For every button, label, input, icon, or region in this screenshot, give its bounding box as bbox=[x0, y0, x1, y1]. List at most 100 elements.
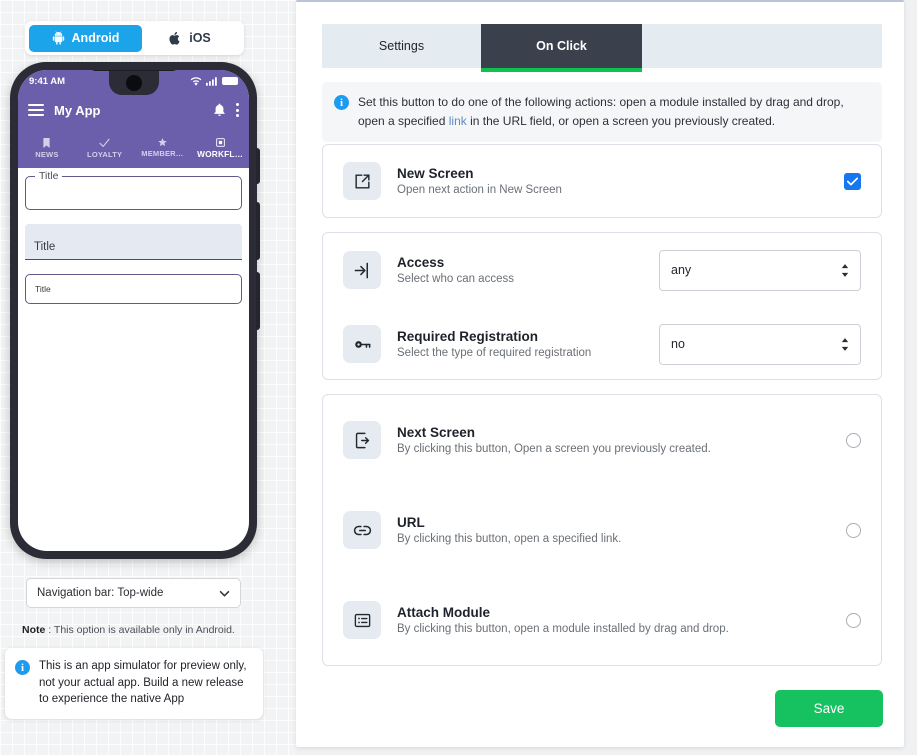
phone-tab-loyalty[interactable]: LOYALTY bbox=[76, 128, 134, 168]
phone-field-plain[interactable]: Title bbox=[25, 274, 242, 304]
spinner-arrows-icon bbox=[841, 337, 849, 351]
phone-side-button-mute bbox=[256, 148, 260, 184]
platform-ios-label: iOS bbox=[189, 31, 211, 45]
battery-icon bbox=[222, 77, 238, 85]
new-screen-row[interactable]: New Screen Open next action in New Scree… bbox=[323, 145, 881, 217]
key-icon bbox=[343, 325, 381, 363]
bell-icon[interactable] bbox=[213, 103, 226, 117]
phone-app-bar: My App bbox=[18, 92, 249, 128]
info-icon: i bbox=[334, 95, 349, 110]
navigation-bar-select[interactable]: Navigation bar: Top-wide bbox=[26, 578, 241, 608]
phone-speaker bbox=[90, 70, 177, 71]
note-prefix: Note bbox=[22, 624, 46, 636]
phone-tab-workflow-label: WORKFL… bbox=[197, 148, 244, 159]
next-screen-option-row[interactable]: Next Screen By clicking this button, Ope… bbox=[323, 395, 881, 485]
next-screen-option-title: Next Screen bbox=[397, 425, 476, 440]
phone-tab-workflow[interactable]: WORKFL… bbox=[191, 128, 249, 168]
star-icon bbox=[158, 138, 167, 147]
wifi-icon bbox=[190, 76, 202, 86]
chevron-down-icon bbox=[219, 590, 230, 597]
link-icon bbox=[343, 511, 381, 549]
phone-tab-bar: NEWS LOYALTY MEMBER… WORKFL… bbox=[18, 128, 249, 168]
phone-field-outlined[interactable]: Title bbox=[25, 170, 242, 210]
phone-tab-membership-label: MEMBER… bbox=[141, 149, 184, 158]
phone-field-plain-label: Title bbox=[35, 284, 51, 294]
url-option-subtitle: By clicking this button, open a specifie… bbox=[397, 533, 622, 545]
access-row[interactable]: Access Select who can access any bbox=[323, 233, 881, 307]
phone-app-title: My App bbox=[54, 102, 101, 118]
phone-field-filled[interactable]: Title bbox=[25, 224, 242, 260]
url-radio[interactable] bbox=[846, 522, 861, 538]
new-screen-title: New Screen bbox=[397, 166, 474, 181]
phone-field-filled-label: Title bbox=[34, 241, 56, 253]
action-options-card: Next Screen By clicking this button, Ope… bbox=[322, 394, 882, 666]
tab-active-underline bbox=[481, 68, 642, 72]
access-subtitle: Select who can access bbox=[397, 273, 514, 285]
platform-android-button[interactable]: Android bbox=[29, 24, 142, 52]
access-title: Access bbox=[397, 255, 445, 270]
tab-settings[interactable]: Settings bbox=[322, 24, 481, 68]
attach-module-option-subtitle: By clicking this button, open a module i… bbox=[397, 623, 729, 635]
access-select[interactable]: any bbox=[659, 249, 861, 291]
attach-module-radio[interactable] bbox=[846, 612, 861, 628]
phone-tab-news-label: NEWS bbox=[35, 149, 59, 159]
next-screen-radio[interactable] bbox=[846, 432, 861, 448]
tab-on-click-label: On Click bbox=[536, 39, 587, 53]
phone-side-button-volume-up bbox=[256, 202, 260, 260]
phone-tab-loyalty-label: LOYALTY bbox=[87, 149, 123, 159]
required-registration-title: Required Registration bbox=[397, 329, 539, 344]
required-registration-row[interactable]: Required Registration Select the type of… bbox=[323, 307, 881, 381]
panel-tab-strip: Settings On Click bbox=[322, 24, 882, 72]
note-text: This option is available only in Android… bbox=[53, 624, 235, 636]
apple-icon bbox=[169, 31, 182, 46]
simulator-notice-text: This is an app simulator for preview onl… bbox=[39, 660, 247, 706]
login-arrow-icon bbox=[343, 251, 381, 289]
phone-tab-news[interactable]: NEWS bbox=[18, 128, 76, 168]
phone-arrow-icon bbox=[343, 421, 381, 459]
note-separator: : bbox=[45, 624, 54, 636]
attach-module-option-row[interactable]: Attach Module By clicking this button, o… bbox=[323, 575, 881, 665]
navigation-bar-select-value: Navigation bar: Top-wide bbox=[37, 587, 164, 599]
external-link-icon bbox=[343, 162, 381, 200]
access-select-value: any bbox=[671, 263, 692, 277]
phone-tab-membership[interactable]: MEMBER… bbox=[134, 128, 192, 168]
list-module-icon bbox=[343, 601, 381, 639]
new-screen-checkbox[interactable] bbox=[844, 172, 861, 190]
cellular-signal-icon bbox=[206, 76, 218, 86]
info-banner-text: Set this button to do one of the followi… bbox=[358, 93, 870, 130]
phone-side-button-volume-down bbox=[256, 272, 260, 330]
access-card: Access Select who can access any Require… bbox=[322, 232, 882, 380]
android-icon bbox=[52, 31, 65, 45]
attach-module-option-title: Attach Module bbox=[397, 605, 490, 620]
settings-panel: Settings On Click i Set this button to d… bbox=[296, 0, 904, 747]
platform-toggle[interactable]: Android iOS bbox=[25, 21, 244, 55]
info-banner-link[interactable]: link bbox=[449, 114, 467, 128]
url-option-row[interactable]: URL By clicking this button, open a spec… bbox=[323, 485, 881, 575]
simulator-notice: i This is an app simulator for preview o… bbox=[5, 648, 263, 720]
phone-frame: 9:41 AM My App NEWS LOYALTY MEMBER… WORK… bbox=[10, 62, 260, 559]
overflow-menu-icon[interactable] bbox=[236, 103, 239, 117]
info-banner-part2: in the URL field, or open a screen you p… bbox=[466, 113, 776, 128]
tab-settings-label: Settings bbox=[378, 39, 425, 53]
url-option-title: URL bbox=[397, 515, 425, 530]
required-registration-select[interactable]: no bbox=[659, 323, 861, 365]
preview-pane: Android iOS 9:41 AM My App NEWS LOYALTY … bbox=[0, 0, 296, 755]
module-icon bbox=[215, 137, 225, 147]
android-only-note: Note : This option is available only in … bbox=[22, 624, 235, 636]
required-registration-select-value: no bbox=[671, 337, 685, 351]
tab-on-click[interactable]: On Click bbox=[481, 24, 642, 72]
phone-field-outlined-label: Title bbox=[35, 170, 63, 182]
check-icon bbox=[99, 138, 110, 148]
hamburger-menu-icon[interactable] bbox=[28, 104, 44, 116]
status-time: 9:41 AM bbox=[29, 75, 66, 87]
info-icon: i bbox=[15, 660, 30, 675]
phone-camera-icon bbox=[125, 75, 142, 91]
new-screen-subtitle: Open next action in New Screen bbox=[397, 184, 562, 196]
phone-screen: 9:41 AM My App NEWS LOYALTY MEMBER… WORK… bbox=[18, 70, 249, 551]
save-button[interactable]: Save bbox=[775, 690, 883, 727]
new-screen-card: New Screen Open next action in New Scree… bbox=[322, 144, 882, 218]
info-banner: i Set this button to do one of the follo… bbox=[322, 82, 882, 143]
platform-ios-button[interactable]: iOS bbox=[142, 25, 238, 52]
spinner-arrows-icon bbox=[841, 263, 849, 277]
next-screen-option-subtitle: By clicking this button, Open a screen y… bbox=[397, 443, 711, 455]
